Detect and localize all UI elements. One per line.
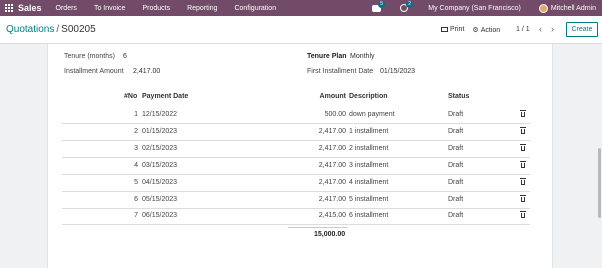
row-status: Draft — [448, 162, 464, 169]
trash-icon[interactable] — [520, 144, 526, 152]
installment-amount-label: Installment Amount — [64, 68, 124, 75]
row-description: 5 installment — [349, 196, 389, 203]
menu-orders[interactable]: Orders — [56, 5, 77, 12]
row-no: 3 — [134, 145, 138, 152]
row-amount: 2,417.00 — [318, 145, 346, 152]
installment-amount-field[interactable]: 2,417.00 — [133, 68, 160, 75]
table-row[interactable]: 4 03/15/2023 2,417.00 3 installment Draf… — [62, 158, 530, 175]
row-status: Draft — [448, 179, 464, 186]
pager-next-button[interactable]: › — [551, 24, 554, 34]
menu-configuration[interactable]: Configuration — [234, 5, 276, 12]
trash-icon[interactable] — [520, 178, 526, 186]
row-payment-date: 02/15/2023 — [142, 145, 178, 152]
column-header-amount[interactable]: Amount — [300, 93, 346, 100]
table-row[interactable]: 2 01/15/2023 2,417.00 1 installment Draf… — [62, 124, 530, 141]
row-description: 2 installment — [349, 145, 389, 152]
total-divider — [288, 227, 348, 228]
pager-previous-button[interactable]: ‹ — [539, 24, 542, 34]
pager-value[interactable]: 1 / 1 — [516, 26, 530, 33]
activity-button[interactable]: 2 — [400, 1, 414, 13]
menu-to-invoice[interactable]: To Invoice — [94, 5, 126, 12]
row-no: 6 — [134, 196, 138, 203]
row-status: Draft — [448, 128, 464, 135]
create-button[interactable]: Create — [566, 22, 598, 37]
action-label: Action — [480, 27, 501, 34]
row-status: Draft — [448, 196, 464, 203]
avatar[interactable] — [538, 3, 548, 13]
breadcrumb-current: S00205 — [61, 24, 96, 35]
trash-icon[interactable] — [520, 161, 526, 169]
row-payment-date: 04/15/2023 — [142, 179, 178, 186]
row-description: 4 installment — [349, 179, 389, 186]
row-payment-date: 05/15/2023 — [142, 196, 178, 203]
row-no: 5 — [134, 179, 138, 186]
print-button[interactable]: Print — [441, 26, 464, 34]
top-navbar: Sales Orders To Invoice Products Reporti… — [0, 0, 602, 16]
trash-icon[interactable] — [520, 127, 526, 135]
first-installment-date-label: First Installment Date — [307, 68, 374, 75]
tenure-label: Tenure (months) — [64, 53, 115, 60]
row-payment-date: 01/15/2023 — [142, 128, 178, 135]
amount-total: 15,000.00 — [314, 231, 346, 238]
action-button[interactable]: ⚙ Action — [472, 26, 500, 34]
apps-grid-icon — [5, 4, 13, 12]
trash-icon[interactable] — [520, 211, 526, 219]
row-payment-date: 06/15/2023 — [142, 212, 178, 219]
menu-reporting[interactable]: Reporting — [187, 5, 217, 12]
row-amount: 2,417.00 — [318, 179, 346, 186]
row-status: Draft — [448, 111, 464, 118]
table-row[interactable]: 5 04/15/2023 2,417.00 4 installment Draf… — [62, 175, 530, 192]
apps-menu-button[interactable] — [0, 0, 18, 16]
column-header-description[interactable]: Description — [349, 93, 388, 100]
row-description: 6 installment — [349, 212, 389, 219]
trash-icon[interactable] — [520, 195, 526, 203]
breadcrumb-quotations[interactable]: Quotations — [6, 24, 54, 35]
row-no: 2 — [134, 128, 138, 135]
row-amount: 2,417.00 — [318, 128, 346, 135]
row-status: Draft — [448, 145, 464, 152]
company-switcher[interactable]: My Company (San Francisco) — [428, 5, 521, 12]
gear-icon: ⚙ — [472, 27, 479, 34]
messaging-button[interactable]: 5 — [372, 1, 386, 13]
tenure-plan-label: Tenure Plan — [307, 53, 347, 60]
table-row[interactable]: 3 02/15/2023 2,417.00 2 installment Draf… — [62, 141, 530, 158]
row-payment-date: 12/15/2022 — [142, 111, 178, 118]
column-header-payment-date[interactable]: Payment Date — [142, 93, 188, 100]
chevron-left-icon: ‹ — [539, 24, 542, 34]
table-row[interactable]: 1 12/15/2022 500.00 down payment Draft — [62, 107, 530, 124]
table-row[interactable]: 7 06/15/2023 2,415.00 6 installment Draf… — [62, 208, 530, 225]
chevron-right-icon: › — [551, 24, 554, 34]
table-row[interactable]: 6 05/15/2023 2,417.00 5 installment Draf… — [62, 192, 530, 209]
row-no: 7 — [134, 212, 138, 219]
row-amount: 500.00 — [324, 111, 346, 118]
scrollbar[interactable] — [598, 148, 601, 218]
column-header-no[interactable]: #No — [124, 93, 137, 100]
breadcrumb-separator: / — [56, 24, 60, 35]
row-description: 3 installment — [349, 162, 389, 169]
control-panel: Quotations / S00205 Print ⚙ Action 1 / 1 ‹ … — [0, 16, 602, 44]
app-name[interactable]: Sales — [18, 3, 42, 13]
tenure-field[interactable]: 6 — [123, 53, 127, 60]
row-payment-date: 03/15/2023 — [142, 162, 178, 169]
row-no: 1 — [134, 111, 138, 118]
breadcrumb: Quotations / S00205 — [6, 24, 96, 35]
row-description: 1 installment — [349, 128, 389, 135]
print-label: Print — [450, 26, 465, 33]
menu-products[interactable]: Products — [142, 5, 170, 12]
row-status: Draft — [448, 212, 464, 219]
column-header-status[interactable]: Status — [448, 93, 469, 100]
row-description: down payment — [349, 111, 395, 118]
first-installment-date-field[interactable]: 01/15/2023 — [380, 68, 415, 75]
trash-icon[interactable] — [520, 110, 526, 118]
print-icon — [441, 27, 448, 32]
user-menu[interactable]: Mitchell Admin — [551, 5, 596, 12]
row-amount: 2,417.00 — [318, 162, 346, 169]
activity-count-badge: 2 — [406, 1, 414, 8]
chat-count-badge: 5 — [378, 1, 386, 8]
row-amount: 2,415.00 — [318, 212, 346, 219]
row-amount: 2,417.00 — [318, 196, 346, 203]
tenure-plan-field[interactable]: Monthly — [350, 53, 375, 60]
row-no: 4 — [134, 162, 138, 169]
